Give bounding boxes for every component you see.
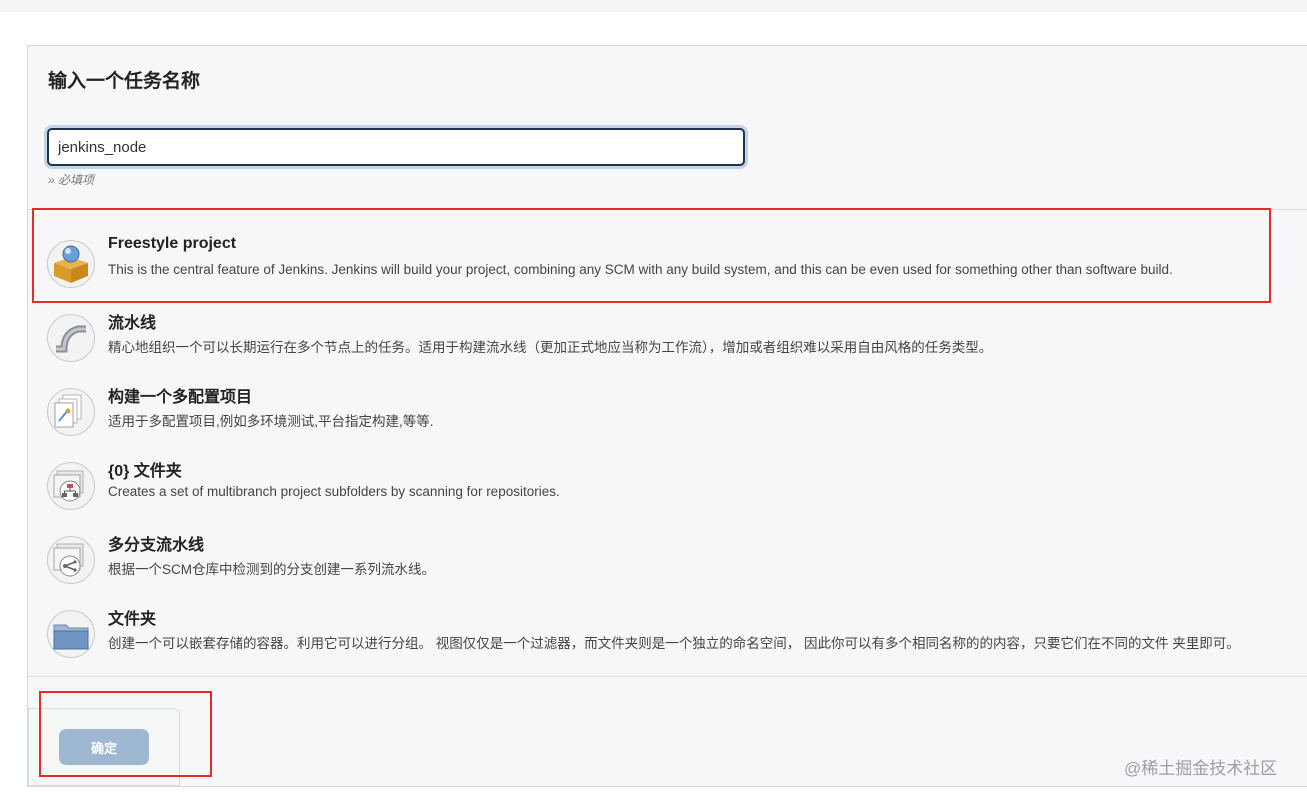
ok-button[interactable]: 确定 <box>59 729 149 765</box>
item-description: This is the central feature of Jenkins. … <box>108 262 1173 277</box>
item-description: 适用于多配置项目,例如多环境测试,平台指定构建,等等. <box>108 414 434 429</box>
item-description: 创建一个可以嵌套存储的容器。利用它可以进行分组。 视图仅仅是一个过滤器，而文件夹… <box>108 636 1240 651</box>
item-type-freestyle[interactable]: Freestyle project This is the central fe… <box>46 235 1286 295</box>
multibranch-icon <box>46 535 96 585</box>
top-strip <box>0 0 1307 12</box>
item-title: 构建一个多配置项目 <box>108 389 253 406</box>
item-description: 精心地组织一个可以长期运行在多个节点上的任务。适用于构建流水线（更加正式地应当称… <box>108 340 993 355</box>
page-title: 输入一个任务名称 <box>48 71 201 92</box>
freestyle-box-icon <box>46 239 96 289</box>
pipeline-icon <box>46 313 96 363</box>
item-title: Freestyle project <box>108 235 237 252</box>
org-folder-icon <box>46 461 96 511</box>
watermark: @稀土掘金技术社区 <box>1124 759 1278 778</box>
multi-config-icon <box>46 387 96 437</box>
item-type-folder[interactable]: 文件夹 创建一个可以嵌套存储的容器。利用它可以进行分组。 视图仅仅是一个过滤器，… <box>46 605 1286 665</box>
divider <box>28 209 1307 210</box>
item-type-multi-config[interactable]: 构建一个多配置项目 适用于多配置项目,例如多环境测试,平台指定构建,等等. <box>46 383 1286 443</box>
item-description: 根据一个SCM仓库中检测到的分支创建一系列流水线。 <box>108 562 435 577</box>
item-description: Creates a set of multibranch project sub… <box>108 484 560 499</box>
job-name-input[interactable] <box>47 128 745 166</box>
divider <box>28 676 1307 677</box>
item-type-pipeline[interactable]: 流水线 精心地组织一个可以长期运行在多个节点上的任务。适用于构建流水线（更加正式… <box>46 309 1286 369</box>
item-title: {0} 文件夹 <box>108 463 182 480</box>
item-title: 流水线 <box>108 315 157 332</box>
required-hint: » 必填项 <box>48 173 95 187</box>
item-type-org-folder[interactable]: {0} 文件夹 Creates a set of multibranch pro… <box>46 457 1286 517</box>
item-title: 文件夹 <box>108 611 157 628</box>
folder-icon <box>46 609 96 659</box>
item-type-multibranch[interactable]: 多分支流水线 根据一个SCM仓库中检测到的分支创建一系列流水线。 <box>46 531 1286 591</box>
item-title: 多分支流水线 <box>108 537 205 554</box>
